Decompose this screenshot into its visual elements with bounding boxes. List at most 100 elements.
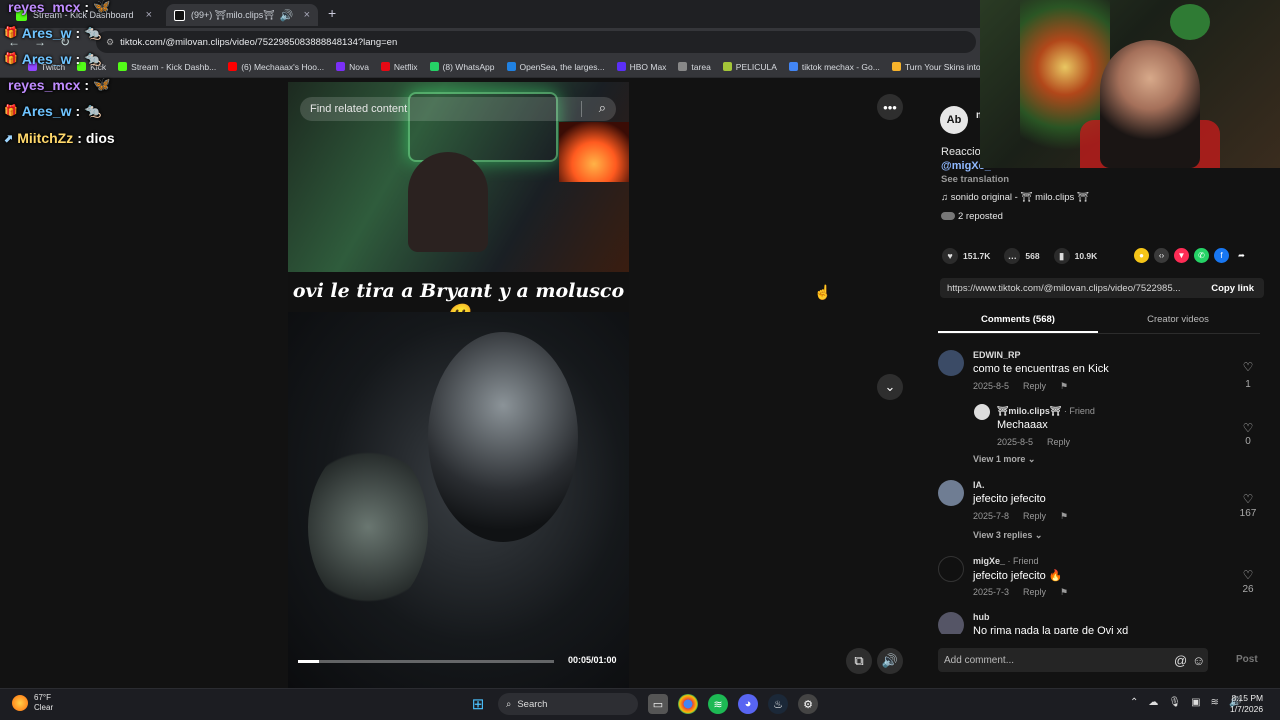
embed-icon[interactable]: ‹› — [1154, 248, 1169, 263]
video-details-panel: Ab m Reaccio @migXe_ See translation ♫ s… — [918, 82, 1280, 688]
bookmark-item[interactable]: PELICULA — [722, 62, 777, 72]
comment-username[interactable]: IA. — [973, 480, 985, 490]
avatar[interactable] — [938, 480, 964, 506]
comment-button[interactable]: … 568 — [1004, 248, 1040, 264]
avatar[interactable] — [974, 404, 990, 420]
bookmark-item[interactable]: Netflix — [380, 62, 418, 72]
chat-separator: : — [84, 76, 90, 93]
tab-tiktok[interactable]: (99+) ⛩milo.clips⛩ (@m 🔊 × — [166, 4, 318, 26]
like-button[interactable]: ♥ 151.7K — [942, 248, 990, 264]
wifi-icon[interactable]: ≋ — [1211, 697, 1219, 708]
reply-button[interactable]: Reply — [1023, 511, 1046, 521]
reply-button[interactable]: Reply — [1023, 381, 1046, 391]
comment-like-count: 26 — [1242, 584, 1254, 595]
chrome-icon[interactable] — [678, 694, 698, 714]
comment-meta: 2025-8-5 Reply — [997, 437, 1070, 447]
video-hand — [308, 442, 428, 612]
search-placeholder: Find related content — [310, 103, 408, 115]
bookmark-item[interactable]: Nova — [336, 62, 369, 72]
chat-badge-icon: 🎁 — [4, 105, 18, 117]
heart-icon[interactable]: ♡ — [1238, 492, 1258, 506]
repost-icon[interactable]: ⚑ — [1060, 511, 1068, 521]
view-more-button[interactable]: View 1 more ⌄ — [973, 454, 1035, 465]
steam-icon[interactable]: ♨ — [768, 694, 788, 714]
discord-icon[interactable]: ◕ — [738, 694, 758, 714]
task-view-icon[interactable]: ▭ — [648, 694, 668, 714]
chevron-down-icon[interactable]: ⌄ — [877, 374, 903, 400]
search-icon: ⌕ — [506, 698, 512, 710]
bookmark-item[interactable]: Turn Your Skins into... — [891, 62, 988, 72]
comment-username[interactable]: ⛩milo.clips⛩ · Friend — [997, 406, 1095, 417]
floating-player-icon[interactable]: ⧉ — [846, 648, 872, 674]
comment-text: Mechaaax — [997, 419, 1048, 431]
volume-icon[interactable]: 🔊 — [877, 648, 903, 674]
taskbar-search[interactable]: ⌕ Search — [498, 693, 638, 715]
see-translation-link[interactable]: See translation — [941, 174, 1009, 185]
site-info-icon[interactable]: ⚙ — [106, 37, 114, 48]
mic-icon[interactable]: 🎙 — [1168, 697, 1181, 708]
weather-widget[interactable]: 67°F Clear — [12, 693, 53, 713]
speaker-icon[interactable]: 🔊 — [280, 9, 294, 22]
share-arrow-icon[interactable]: ➦ — [1234, 248, 1249, 263]
chat-username: reyes_mcx — [8, 76, 81, 93]
author-avatar[interactable]: Ab — [940, 106, 968, 134]
heart-icon[interactable]: ♡ — [1238, 568, 1258, 582]
repost-icon[interactable]: ▼ — [1174, 248, 1189, 263]
comment-username[interactable]: migXe_ · Friend — [973, 556, 1039, 566]
display-icon[interactable]: ▣ — [1191, 697, 1200, 708]
add-comment-input[interactable]: Add comment... @ ☺ — [938, 648, 1208, 672]
app-icon[interactable]: ⚙ — [798, 694, 818, 714]
save-button[interactable]: ▮ 10.9K — [1053, 248, 1097, 264]
new-tab-button[interactable]: + — [328, 5, 336, 21]
heart-icon[interactable]: ♡ — [1238, 421, 1258, 435]
related-search-input[interactable]: Find related content ⌕ — [300, 97, 616, 121]
avatar[interactable] — [938, 556, 964, 582]
close-icon[interactable]: × — [146, 9, 152, 21]
repost-icon[interactable]: ⚑ — [1060, 381, 1068, 391]
tab-comments[interactable]: Comments (568) — [938, 314, 1098, 333]
bookmark-item[interactable]: OpenSea, the larges... — [506, 62, 605, 72]
comment-username[interactable]: EDWIN_RP — [973, 350, 1021, 360]
video-progress-bar[interactable] — [298, 660, 554, 663]
video-player[interactable]: ovi le tira a Bryant y a molusco😮 — [288, 82, 629, 688]
reply-button[interactable]: Reply — [1047, 437, 1070, 447]
bookmark-favicon-icon — [118, 62, 128, 71]
view-replies-button[interactable]: View 3 replies ⌄ — [973, 530, 1042, 541]
chat-text: 🐀 — [84, 50, 102, 66]
repost-icon[interactable]: ⚑ — [1060, 587, 1068, 597]
copy-link-button[interactable]: Copy link — [1211, 283, 1254, 294]
more-options-icon[interactable]: ••• — [877, 94, 903, 120]
cloud-icon[interactable]: ☁ — [1148, 697, 1158, 708]
close-icon[interactable]: × — [304, 9, 310, 21]
avatar[interactable] — [938, 350, 964, 376]
coin-icon[interactable]: ● — [1134, 248, 1149, 263]
sound-link[interactable]: ♫ sonido original - ⛩ milo.clips ⛩ — [941, 192, 1089, 203]
mention-icon[interactable]: @ — [1174, 653, 1187, 668]
facebook-icon[interactable]: f — [1214, 248, 1229, 263]
avatar[interactable] — [938, 612, 964, 634]
bookmark-item[interactable]: (8) WhatsApp — [429, 62, 495, 72]
tab-creator-videos[interactable]: Creator videos — [1098, 314, 1258, 325]
clock[interactable]: 8:15 PM 1/7/2026 — [1230, 693, 1263, 715]
bookmark-item[interactable]: HBO Max — [616, 62, 666, 72]
reply-button[interactable]: Reply — [1023, 587, 1046, 597]
bookmark-item[interactable]: (6) Mechaaax's Hoo... — [228, 62, 324, 72]
comment-meta: 2025-7-3 Reply ⚑ — [973, 587, 1068, 598]
emoji-icon[interactable]: ☺ — [1192, 653, 1205, 668]
username-text: migXe_ — [973, 556, 1006, 566]
post-button[interactable]: Post — [1236, 654, 1258, 665]
bookmark-item[interactable]: tarea — [678, 62, 711, 72]
chevron-up-icon[interactable]: ⌃ — [1130, 697, 1138, 708]
windows-start-icon[interactable]: ⊞ — [468, 694, 488, 714]
share-buttons: ● ‹› ▼ ✆ f ➦ — [1134, 248, 1249, 263]
reposted-row[interactable]: 2 reposted — [941, 211, 1003, 222]
search-icon[interactable]: ⌕ — [599, 100, 606, 116]
bookmark-favicon-icon — [429, 62, 439, 71]
bookmark-item[interactable]: tiktok mechax - Go... — [788, 62, 880, 72]
spotify-icon[interactable]: ≋ — [708, 694, 728, 714]
bookmark-item[interactable]: Stream - Kick Dashb... — [118, 62, 216, 72]
whatsapp-icon[interactable]: ✆ — [1194, 248, 1209, 263]
comment-username[interactable]: hub — [973, 612, 990, 622]
heart-icon[interactable]: ♡ — [1238, 360, 1258, 374]
address-bar[interactable]: ⚙ tiktok.com/@milovan.clips/video/752298… — [96, 31, 976, 53]
